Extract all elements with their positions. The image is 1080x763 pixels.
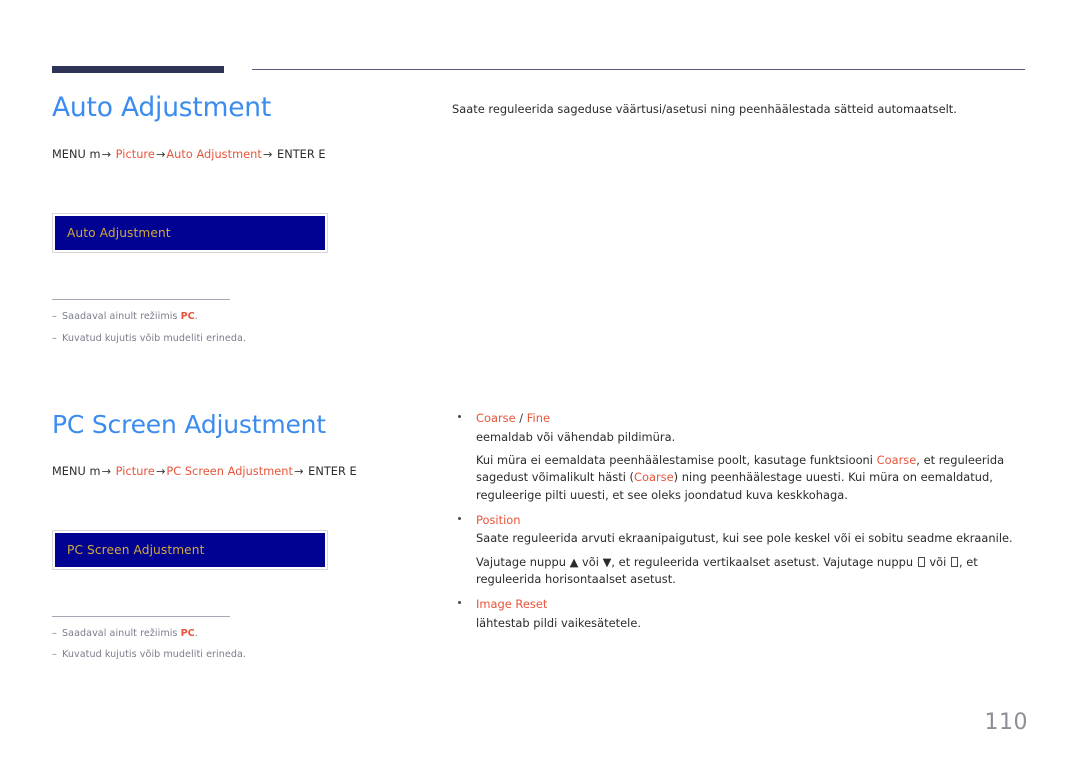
osd-preview-auto-adjustment: Auto Adjustment	[52, 213, 328, 254]
menu-path-auto-adjustment: MENU m→ Picture→Auto Adjustment→ ENTER E	[52, 148, 432, 161]
footnote-item: – Saadaval ainult režiimis PC.	[52, 310, 432, 324]
menu-path-arrow-1: →	[101, 148, 112, 162]
option-description: eemaldab või vähendab pildimüra.	[476, 429, 676, 444]
menu-path-pc-screen-adjustment: MENU m→ Picture→PC Screen Adjustment→ EN…	[52, 465, 432, 478]
footnote-highlight: PC	[180, 311, 195, 323]
osd-preview-pc-screen-adjustment: PC Screen Adjustment	[52, 529, 328, 570]
menu-path-step-auto-adjustment: Auto Adjustment	[166, 148, 262, 162]
bullet-dot-icon	[458, 516, 461, 520]
list-item-coarse-fine: Coarse / Fine eemaldab või vähendab pild…	[452, 410, 1028, 504]
option-description-extended: Vajutage nuppu ▲ või ▼, et reguleerida v…	[476, 554, 1028, 589]
menu-path-prefix: MENU m	[52, 464, 101, 478]
option-name-image-reset: Image Reset	[476, 597, 548, 612]
bullet-dot-icon	[458, 415, 461, 418]
option-name-separator: /	[515, 411, 527, 425]
footnote-dash: –	[52, 332, 57, 344]
menu-path-suffix: ENTER E	[308, 464, 357, 478]
missing-glyph-left-arrow-icon	[917, 556, 925, 567]
missing-glyph-right-arrow-icon	[950, 556, 958, 567]
footnote-dash: –	[52, 311, 57, 323]
footnote-item: – Kuvatud kujutis võib mudeliti erineda.	[52, 332, 432, 346]
footnote-text-tail: .	[194, 311, 198, 323]
auto-adjustment-description: Saate reguleerida sageduse väärtusi/aset…	[452, 102, 957, 116]
osd-menu-bar[interactable]: Auto Adjustment	[55, 216, 325, 251]
footnote-text-tail: .	[194, 627, 198, 639]
auto-adjustment-right-column: Saate reguleerida sageduse väärtusi/aset…	[452, 92, 1028, 118]
footnote-highlight: PC	[180, 627, 195, 639]
menu-path-arrow-1: →	[101, 464, 112, 478]
footnote-text: Saadaval ainult režiimis	[62, 627, 181, 639]
osd-menu-bar[interactable]: PC Screen Adjustment	[55, 532, 325, 567]
option-name-position: Position	[476, 512, 521, 527]
option-list: Coarse / Fine eemaldab või vähendab pild…	[452, 410, 1028, 632]
footnote-separator	[52, 615, 230, 617]
menu-path-step-picture: Picture	[115, 464, 155, 478]
option-name-coarse: Coarse	[476, 411, 516, 425]
menu-path-step-picture: Picture	[115, 148, 155, 162]
desc-text-a: Kui müra ei eemaldata peenhäälestamise p…	[476, 452, 877, 467]
option-description: lähtestab pildi vaikesätetele.	[476, 615, 641, 630]
footnote-dash: –	[52, 648, 57, 660]
footnote-text: Saadaval ainult režiimis	[62, 311, 181, 323]
footnote-text: Kuvatud kujutis võib mudeliti erineda.	[62, 332, 246, 344]
footnotes-auto-adjustment: – Saadaval ainult režiimis PC. – Kuvatud k…	[52, 299, 432, 346]
desc-highlight-coarse-2: Coarse	[634, 470, 674, 485]
footnote-item: – Saadaval ainult režiimis PC.	[52, 627, 432, 641]
footnote-item: – Kuvatud kujutis võib mudeliti erineda.	[52, 648, 432, 662]
list-item-image-reset: Image Reset lähtestab pildi vaikesätetel…	[452, 596, 1028, 632]
osd-menu-item-label: Auto Adjustment	[67, 226, 171, 241]
menu-path-prefix: MENU m	[52, 148, 101, 162]
option-description-extended: Kui müra ei eemaldata peenhäälestamise p…	[476, 452, 1028, 504]
header-rule-thin-line	[252, 69, 1025, 70]
pc-screen-adjustment-right-column: Coarse / Fine eemaldab või vähendab pild…	[452, 410, 1028, 640]
menu-path-arrow-3: →	[262, 148, 273, 162]
header-rule	[52, 66, 1025, 74]
page-title-auto-adjustment: Auto Adjustment	[52, 92, 272, 123]
desc-text-a: Vajutage nuppu ▲ või ▼, et reguleerida v…	[476, 554, 917, 569]
footnote-separator	[52, 299, 230, 301]
page-number: 110	[984, 710, 1028, 735]
auto-adjustment-left-column: Auto Adjustment MENU m→ Picture→Auto Adj…	[52, 92, 432, 353]
pc-screen-adjustment-left-column: PC Screen Adjustment MENU m→ Picture→PC …	[52, 410, 432, 669]
list-item-position: Position Saate reguleerida arvuti ekraan…	[452, 512, 1028, 589]
option-title: Image Reset	[476, 596, 1028, 613]
option-name-fine: Fine	[526, 411, 550, 425]
desc-highlight-coarse-1: Coarse	[876, 452, 917, 467]
menu-path-arrow-2: →	[155, 464, 166, 478]
menu-path-suffix: ENTER E	[277, 148, 326, 162]
menu-path-arrow-2: →	[155, 148, 166, 162]
bullet-dot-icon	[458, 601, 461, 605]
desc-text-b: või	[925, 554, 950, 569]
footnote-text: Kuvatud kujutis võib mudeliti erineda.	[62, 648, 246, 660]
option-title: Coarse / Fine	[476, 410, 1028, 427]
footnote-dash: –	[52, 627, 57, 639]
page-title-pc-screen-adjustment: PC Screen Adjustment	[52, 410, 326, 439]
osd-menu-item-label: PC Screen Adjustment	[67, 542, 205, 557]
option-title: Position	[476, 512, 1028, 529]
menu-path-arrow-3: →	[293, 464, 304, 478]
header-rule-thick-bar	[52, 66, 224, 73]
footnotes-pc-screen-adjustment: – Saadaval ainult režiimis PC. – Kuvatud k…	[52, 615, 432, 663]
menu-path-step-pc-screen-adjustment: PC Screen Adjustment	[166, 464, 293, 478]
option-description: Saate reguleerida arvuti ekraanipaigutus…	[476, 531, 1013, 546]
